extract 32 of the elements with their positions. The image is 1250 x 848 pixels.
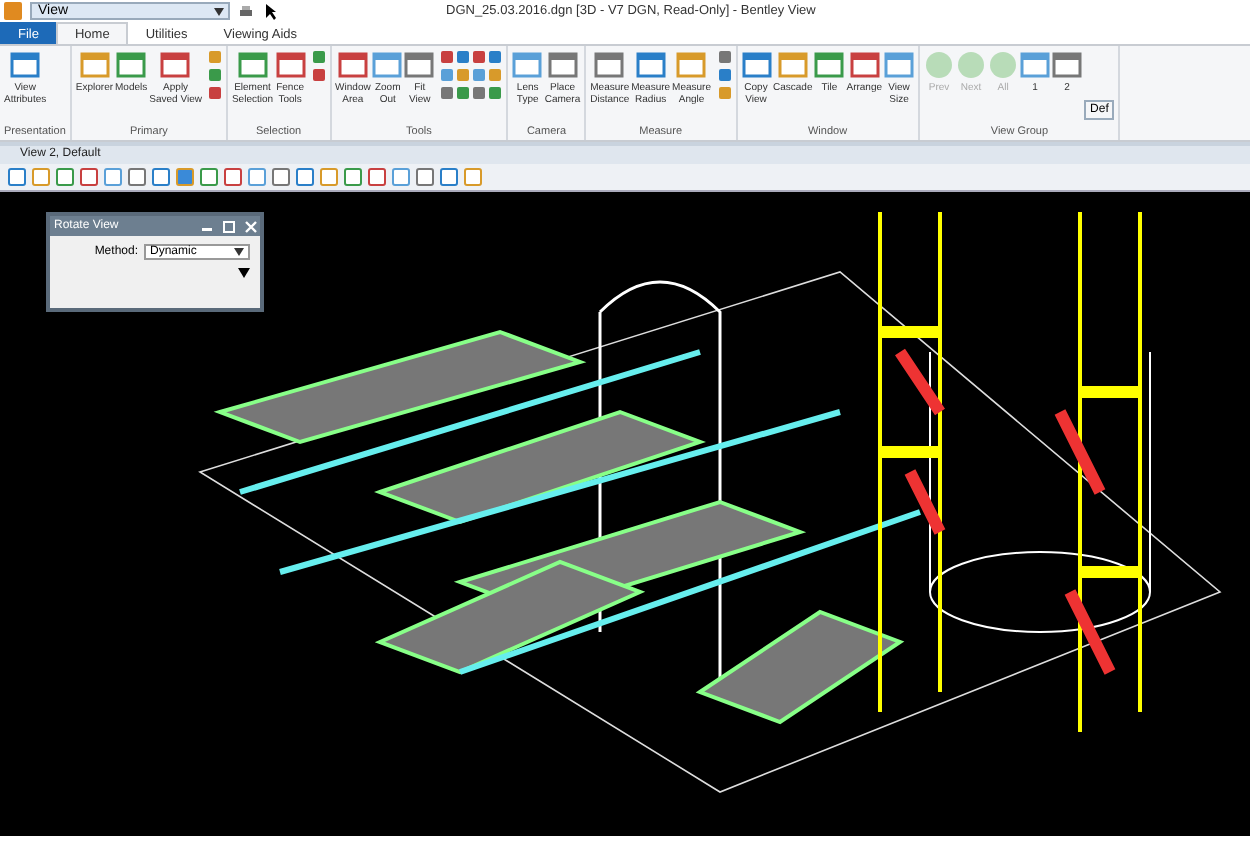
circle-icon [956, 50, 987, 80]
tool-icon [1020, 50, 1051, 80]
caret-icon [234, 248, 244, 256]
tool-icon [404, 50, 435, 80]
tool-icon [237, 50, 268, 80]
tool-icon [10, 50, 41, 80]
caret-icon [214, 7, 224, 15]
tool-icon [547, 50, 578, 80]
pointer-icon[interactable] [262, 3, 278, 19]
tool-icon [884, 50, 915, 80]
maximize-icon[interactable] [220, 219, 238, 233]
tool-icon [275, 50, 306, 80]
tool-icon [594, 50, 625, 80]
tool-icon [512, 50, 543, 80]
expand-icon[interactable] [238, 268, 250, 278]
tool-icon [337, 50, 368, 80]
circle-icon [988, 50, 1019, 80]
tool-icon [635, 50, 666, 80]
tool-icon [849, 50, 880, 80]
tool-icon [116, 50, 147, 80]
circle-icon [924, 50, 955, 80]
tool-icon [777, 50, 808, 80]
printer-icon[interactable] [238, 3, 254, 19]
tool-icon [814, 50, 845, 80]
app-logo-icon [4, 2, 22, 20]
close-icon[interactable] [242, 219, 260, 233]
tool-icon [1052, 50, 1083, 80]
tool-icon [741, 50, 771, 80]
tool-icon [160, 50, 191, 80]
tool-icon [372, 50, 403, 80]
tool-icon [79, 50, 110, 80]
tool-icon [676, 50, 707, 80]
